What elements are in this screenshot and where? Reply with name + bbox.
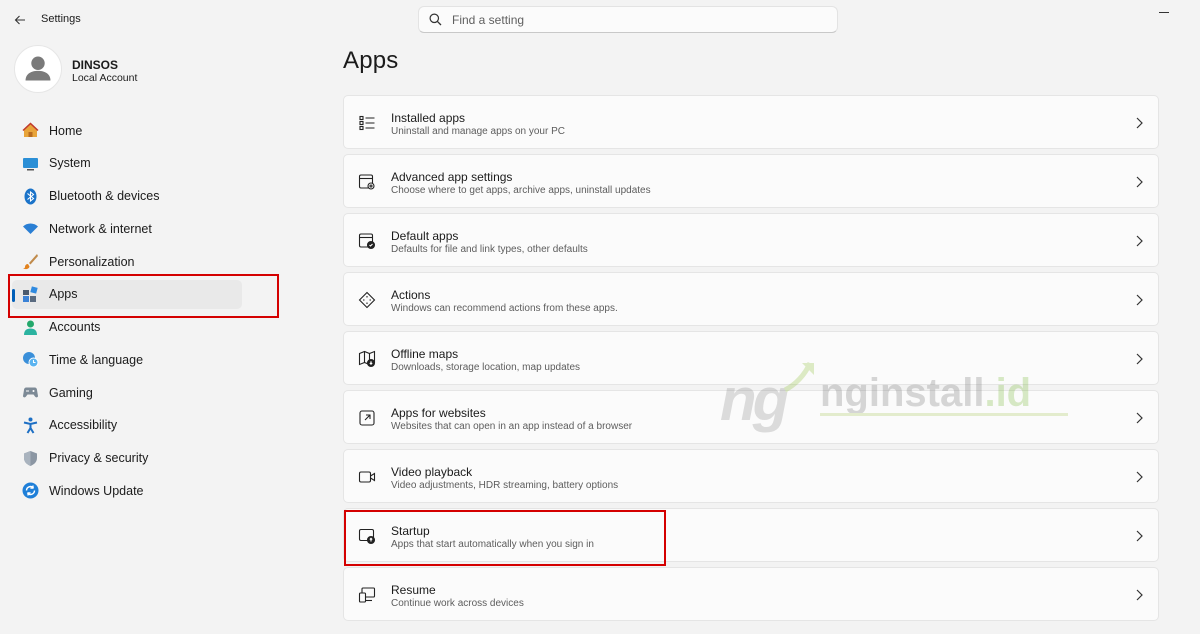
startup-icon — [357, 526, 377, 546]
bluetooth-icon — [21, 187, 39, 205]
card-advanced-app-settings[interactable]: Advanced app settings Choose where to get… — [343, 154, 1159, 208]
card-offline-maps[interactable]: Offline maps Downloads, storage location,… — [343, 331, 1159, 385]
card-subtitle: Apps that start automatically when you s… — [391, 539, 594, 550]
sidebar-item-label: Home — [49, 123, 83, 138]
sidebar-item-system[interactable]: System — [12, 149, 242, 178]
sidebar-item-label: Network & internet — [49, 221, 152, 236]
app-settings-icon — [357, 172, 377, 192]
card-startup[interactable]: Startup Apps that start automatically whe… — [343, 508, 1159, 562]
chevron-right-icon — [1136, 471, 1143, 483]
chevron-right-icon — [1136, 176, 1143, 188]
resume-icon — [357, 585, 377, 605]
minimize-icon — [1159, 11, 1169, 13]
card-subtitle: Windows can recommend actions from these… — [391, 303, 618, 314]
back-arrow-icon — [14, 15, 25, 25]
sidebar-item-bluetooth[interactable]: Bluetooth & devices — [12, 182, 242, 211]
card-apps-for-websites[interactable]: Apps for websites Websites that can open … — [343, 390, 1159, 444]
apps-icon — [21, 285, 39, 303]
card-subtitle: Defaults for file and link types, other … — [391, 244, 588, 255]
card-installed-apps[interactable]: Installed apps Uninstall and manage apps … — [343, 95, 1159, 149]
accessibility-icon — [21, 416, 39, 434]
sidebar-item-label: Windows Update — [49, 483, 144, 498]
chevron-right-icon — [1136, 589, 1143, 601]
card-title: Default apps — [391, 229, 459, 243]
sidebar-item-label: Personalization — [49, 254, 135, 269]
shield-icon — [21, 449, 39, 467]
sidebar-item-label: Apps — [49, 287, 78, 302]
settings-card-list: Installed apps Uninstall and manage apps … — [343, 95, 1159, 626]
sidebar-item-label: Accounts — [49, 320, 101, 334]
card-title: Advanced app settings — [391, 170, 513, 184]
card-title: Video playback — [391, 465, 473, 479]
sidebar-item-accounts[interactable]: Accounts — [12, 313, 242, 342]
sidebar-item-label: Gaming — [49, 385, 93, 400]
video-icon — [357, 467, 377, 487]
card-title: Apps for websites — [391, 406, 486, 420]
card-actions[interactable]: Actions Windows can recommend actions fro… — [343, 272, 1159, 326]
title-bar: Settings — [0, 0, 1200, 40]
sidebar-item-time-language[interactable]: Time & language — [12, 345, 242, 374]
sidebar-item-label: Time & language — [49, 352, 144, 367]
actions-icon — [357, 290, 377, 310]
card-subtitle: Websites that can open in an app instead… — [391, 421, 633, 432]
card-title: Actions — [391, 288, 431, 302]
sidebar-item-label: Accessibility — [49, 418, 118, 433]
app-title: Settings — [41, 13, 81, 25]
chevron-right-icon — [1136, 353, 1143, 365]
chevron-right-icon — [1136, 294, 1143, 306]
card-resume[interactable]: Resume Continue work across devices — [343, 567, 1159, 621]
card-subtitle: Uninstall and manage apps on your PC — [391, 126, 565, 137]
card-subtitle: Choose where to get apps, archive apps, … — [391, 185, 651, 196]
sidebar-item-label: System — [49, 156, 91, 171]
avatar[interactable] — [14, 45, 62, 93]
accounts-icon — [21, 318, 39, 336]
search-box[interactable] — [418, 6, 838, 33]
chevron-right-icon — [1136, 235, 1143, 247]
chevron-right-icon — [1136, 117, 1143, 129]
gamepad-icon — [21, 384, 39, 402]
list-icon — [357, 113, 377, 133]
sidebar-item-label: Privacy & security — [49, 451, 149, 465]
map-icon — [357, 349, 377, 369]
chevron-right-icon — [1136, 412, 1143, 424]
card-title: Resume — [391, 583, 436, 597]
sidebar-item-apps[interactable]: Apps — [12, 279, 242, 309]
open-external-icon — [357, 408, 377, 428]
card-title: Startup — [391, 524, 430, 538]
card-title: Installed apps — [391, 111, 466, 125]
wifi-icon — [21, 220, 39, 238]
default-apps-icon — [357, 231, 377, 251]
minimize-button[interactable] — [1152, 4, 1176, 20]
account-type: Local Account — [72, 72, 138, 84]
card-title: Offline maps — [391, 347, 459, 361]
page-title: Apps — [343, 47, 399, 74]
sidebar-item-personalization[interactable]: Personalization — [12, 247, 242, 276]
sidebar-item-network[interactable]: Network & internet — [12, 214, 242, 243]
update-icon — [21, 482, 39, 500]
sidebar-item-gaming[interactable]: Gaming — [12, 378, 242, 407]
system-icon — [21, 154, 39, 172]
search-input[interactable] — [452, 12, 812, 27]
card-subtitle: Downloads, storage location, map updates — [391, 362, 581, 373]
search-icon — [429, 13, 442, 26]
sidebar-item-label: Bluetooth & devices — [49, 189, 160, 203]
sidebar-item-home[interactable]: Home — [12, 116, 242, 145]
card-default-apps[interactable]: Default apps Defaults for file and link t… — [343, 213, 1159, 267]
user-name: DINSOS — [72, 58, 119, 72]
sidebar-item-accessibility[interactable]: Accessibility — [12, 411, 242, 440]
chevron-right-icon — [1136, 530, 1143, 542]
card-video-playback[interactable]: Video playback Video adjustments, HDR str… — [343, 449, 1159, 503]
home-icon — [21, 122, 39, 140]
sidebar-nav: Home System Bluetooth & devices Network … — [12, 116, 242, 509]
sidebar-item-privacy[interactable]: Privacy & security — [12, 444, 242, 473]
card-subtitle: Video adjustments, HDR streaming, batter… — [391, 480, 619, 491]
back-button[interactable] — [8, 8, 32, 32]
sidebar-item-windows-update[interactable]: Windows Update — [12, 476, 242, 505]
card-subtitle: Continue work across devices — [391, 598, 524, 609]
brush-icon — [21, 253, 39, 271]
user-icon — [25, 56, 51, 81]
clock-globe-icon — [21, 351, 39, 369]
